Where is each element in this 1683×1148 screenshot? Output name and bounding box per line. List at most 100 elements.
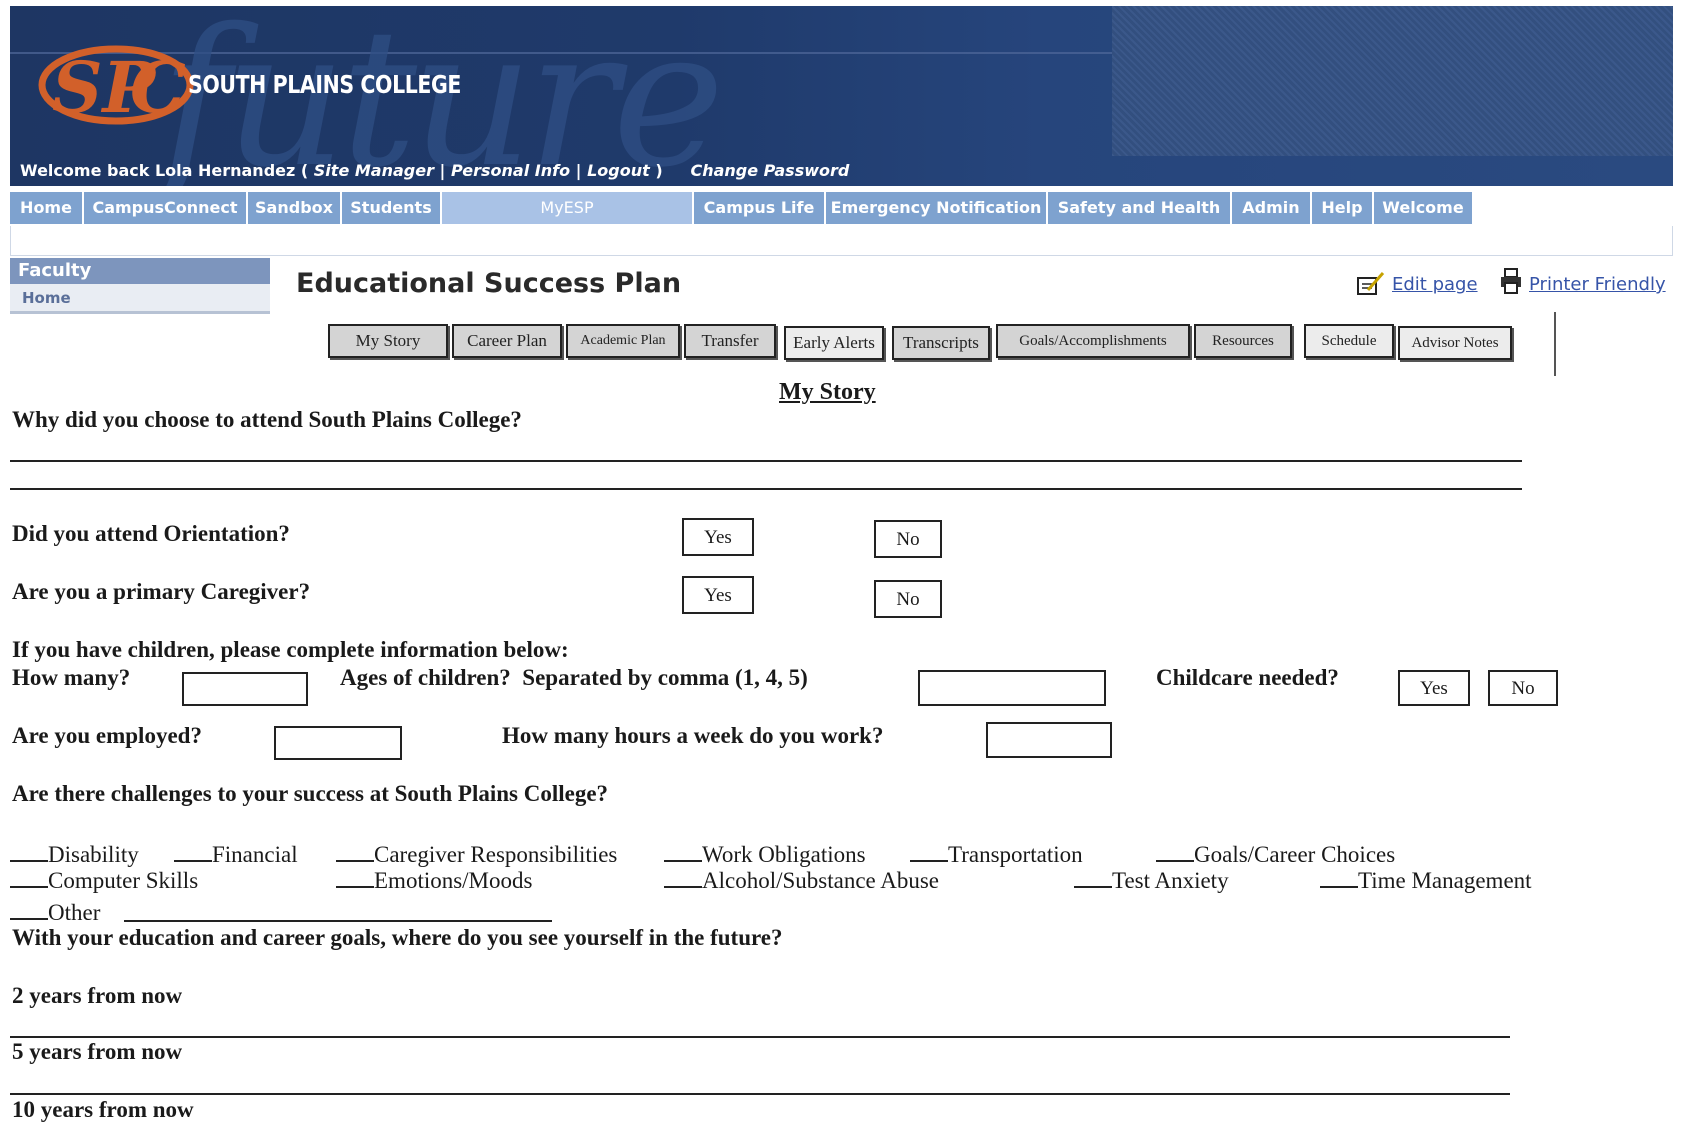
hours-input[interactable] <box>986 722 1112 758</box>
nav-tab-campusconnect[interactable]: CampusConnect <box>84 192 248 224</box>
checkbox-blank[interactable] <box>10 838 48 862</box>
logout-link[interactable]: Logout <box>587 161 650 180</box>
label-two-years: 2 years from now <box>12 983 183 1008</box>
option-label: Alcohol/Substance Abuse <box>702 868 939 893</box>
two-years-answer-line[interactable] <box>10 1036 1510 1038</box>
sidebar-heading: Faculty <box>10 258 270 284</box>
printer-friendly-link[interactable]: Printer Friendly <box>1529 274 1666 295</box>
nav-tab-sandbox[interactable]: Sandbox <box>248 192 342 224</box>
nav-tab-safety-and-health[interactable]: Safety and Health <box>1048 192 1232 224</box>
section-title: My Story <box>779 379 876 405</box>
page-title: Educational Success Plan <box>296 268 682 299</box>
option-test-anxiety[interactable]: Test Anxiety <box>1074 864 1229 894</box>
option-label: Test Anxiety <box>1112 868 1229 893</box>
question-challenges: Are there challenges to your success at … <box>12 781 609 806</box>
option-label: Emotions/Moods <box>374 868 533 893</box>
checkbox-blank[interactable] <box>10 864 48 888</box>
nav-subbar <box>10 226 1673 256</box>
option-label: Other <box>48 900 101 925</box>
checkbox-blank[interactable] <box>10 896 48 920</box>
edit-page-link[interactable]: Edit page <box>1392 274 1478 295</box>
ages-input[interactable] <box>918 670 1106 706</box>
option-label: Financial <box>212 842 298 867</box>
tab-goals-accomplishments[interactable]: Goals/Accomplishments <box>996 324 1190 358</box>
how-many-input[interactable] <box>182 672 308 706</box>
tab-my-story[interactable]: My Story <box>328 324 448 358</box>
option-time-management[interactable]: Time Management <box>1320 864 1532 894</box>
nav-tab-admin[interactable]: Admin <box>1232 192 1312 224</box>
main-nav: Home CampusConnect Sandbox Students MyES… <box>10 192 1673 226</box>
checkbox-blank[interactable] <box>1320 864 1358 888</box>
orientation-no-box[interactable]: No <box>874 520 942 558</box>
checkbox-blank[interactable] <box>1074 864 1112 888</box>
label-five-years: 5 years from now <box>12 1039 183 1064</box>
nav-tab-myesp[interactable]: MyESP <box>442 192 694 224</box>
change-password-link[interactable]: Change Password <box>690 161 849 180</box>
label-childcare: Childcare needed? <box>1156 665 1339 690</box>
tab-advisor-notes[interactable]: Advisor Notes <box>1398 326 1512 360</box>
question-caregiver: Are you a primary Caregiver? <box>12 579 311 604</box>
edit-icon[interactable] <box>1356 270 1386 298</box>
caregiver-no-box[interactable]: No <box>874 580 942 618</box>
childcare-yes-box[interactable]: Yes <box>1398 670 1470 706</box>
label-hours: How many hours a week do you work? <box>502 723 884 748</box>
header-banner: future SP C SOUTH PLAINS COLLEGE Welcome… <box>10 6 1673 186</box>
site-manager-link[interactable]: Site Manager <box>314 161 434 180</box>
nav-tab-help[interactable]: Help <box>1312 192 1374 224</box>
checkbox-blank[interactable] <box>664 838 702 862</box>
five-years-answer-line[interactable] <box>10 1093 1510 1095</box>
tab-academic-plan[interactable]: Academic Plan <box>566 324 680 358</box>
college-name: SOUTH PLAINS COLLEGE <box>188 70 461 99</box>
svg-text:C: C <box>130 46 186 129</box>
checkbox-blank[interactable] <box>336 864 374 888</box>
option-label: Computer Skills <box>48 868 199 893</box>
college-logo-icon: SP C <box>38 45 194 129</box>
question-why-spc: Why did you choose to attend South Plain… <box>12 407 522 432</box>
question-future: With your education and career goals, wh… <box>12 925 783 950</box>
nav-tab-home[interactable]: Home <box>10 192 84 224</box>
nav-tab-welcome[interactable]: Welcome <box>1374 192 1474 224</box>
checkbox-blank[interactable] <box>1156 838 1194 862</box>
tab-transcripts[interactable]: Transcripts <box>892 326 990 360</box>
caregiver-yes-box[interactable]: Yes <box>682 576 754 614</box>
separator: | <box>439 161 446 180</box>
employed-input[interactable] <box>274 726 402 760</box>
tab-transfer[interactable]: Transfer <box>684 324 776 358</box>
paren-close: ) <box>655 161 663 180</box>
separator: | <box>575 161 582 180</box>
tab-schedule[interactable]: Schedule <box>1304 324 1394 358</box>
tab-early-alerts[interactable]: Early Alerts <box>784 326 884 360</box>
personal-info-link[interactable]: Personal Info <box>451 161 570 180</box>
tab-resources[interactable]: Resources <box>1194 324 1292 358</box>
option-emotions[interactable]: Emotions/Moods <box>336 864 532 894</box>
answer-line[interactable] <box>10 460 1522 462</box>
nav-tab-emergency-notification[interactable]: Emergency Notification <box>826 192 1048 224</box>
question-orientation: Did you attend Orientation? <box>12 521 290 546</box>
nav-tab-students[interactable]: Students <box>342 192 442 224</box>
checkbox-blank[interactable] <box>336 838 374 862</box>
other-input-line[interactable] <box>124 920 552 922</box>
tab-row-divider <box>1554 312 1556 376</box>
paren-open: ( <box>300 161 309 180</box>
option-alcohol[interactable]: Alcohol/Substance Abuse <box>664 864 939 894</box>
childcare-no-box[interactable]: No <box>1488 670 1558 706</box>
nav-tab-campus-life[interactable]: Campus Life <box>694 192 826 224</box>
orientation-yes-box[interactable]: Yes <box>682 518 754 556</box>
welcome-bar: Welcome back Lola Hernandez ( Site Manag… <box>20 161 849 180</box>
children-intro: If you have children, please complete in… <box>12 637 569 662</box>
label-employed: Are you employed? <box>12 723 202 748</box>
checkbox-blank[interactable] <box>664 864 702 888</box>
answer-line[interactable] <box>10 488 1522 490</box>
user-name: Lola Hernandez <box>154 161 296 180</box>
label-ten-years: 10 years from now <box>12 1097 194 1122</box>
checkbox-blank[interactable] <box>174 838 212 862</box>
tab-career-plan[interactable]: Career Plan <box>452 324 562 358</box>
sidebar-item-home[interactable]: Home <box>10 284 270 314</box>
option-label: Transportation <box>948 842 1083 867</box>
printer-icon[interactable] <box>1500 268 1522 294</box>
option-other[interactable]: Other <box>10 896 100 926</box>
option-computer-skills[interactable]: Computer Skills <box>10 864 198 894</box>
checkbox-blank[interactable] <box>910 838 948 862</box>
label-how-many: How many? <box>12 665 131 690</box>
label-ages: Ages of children? Separated by comma (1,… <box>340 665 808 690</box>
